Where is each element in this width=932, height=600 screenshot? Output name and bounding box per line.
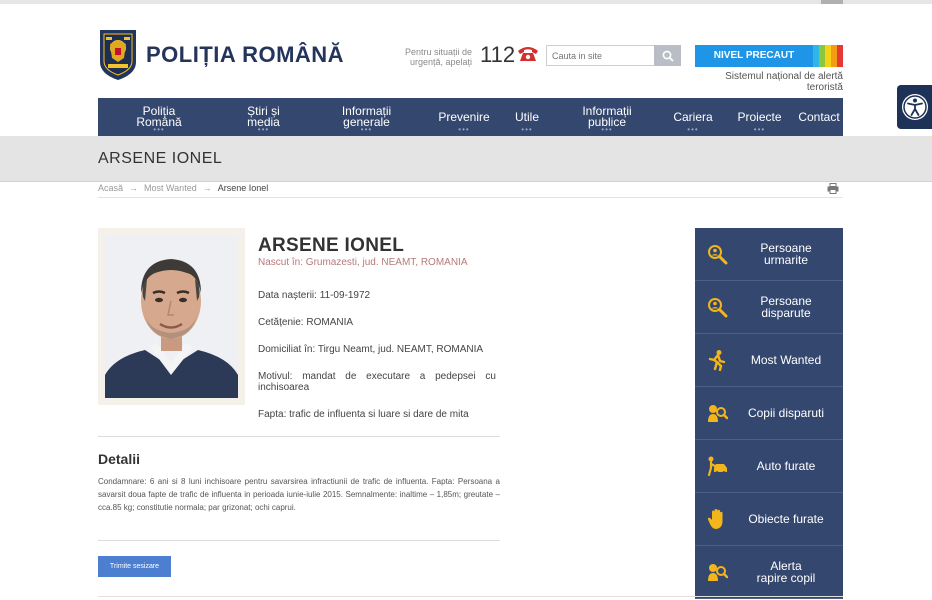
sidebar-item-label: Alerta rapire copil xyxy=(756,559,816,585)
section-divider xyxy=(98,540,500,541)
person-name: ARSENE IONEL xyxy=(258,235,405,256)
brand-title[interactable]: POLIȚIA ROMÂNĂ xyxy=(146,42,344,68)
nav-dots: ••• xyxy=(458,125,470,134)
breadcrumb-arrow-icon: → xyxy=(129,183,139,193)
search-button[interactable] xyxy=(654,45,681,66)
print-icon[interactable] xyxy=(827,183,839,194)
nav-label: Contact xyxy=(798,109,840,124)
sidebar-item-label: Obiecte furate xyxy=(748,512,824,526)
top-scroll-nub[interactable] xyxy=(821,0,843,4)
section-divider xyxy=(98,436,500,437)
police-crest-logo[interactable] xyxy=(98,28,138,81)
person-offense: Fapta: trafic de influenta si luare si d… xyxy=(258,409,469,420)
details-text: Condamnare: 6 ani si 8 luni inchisoare p… xyxy=(98,477,500,512)
nav-item-stiri-media[interactable]: Știri și media ••• xyxy=(220,98,307,136)
sidebar-item-auto-furate[interactable]: Auto furate xyxy=(695,440,843,493)
accessibility-button[interactable] xyxy=(897,85,932,129)
search-person-icon xyxy=(708,298,728,318)
terror-alert-level-button[interactable]: NIVEL PRECAUT xyxy=(695,45,813,67)
nav-item-cariera[interactable]: Cariera ••• xyxy=(662,98,724,136)
nav-item-informatii-publice[interactable]: Informații publice ••• xyxy=(552,98,662,136)
sidebar-item-most-wanted[interactable]: Most Wanted xyxy=(695,334,843,387)
breadcrumb-section[interactable]: Most Wanted xyxy=(144,183,197,193)
sidebar-item-label: Copii disparuti xyxy=(747,406,825,420)
search-person-icon xyxy=(708,245,728,265)
breadcrumb-home[interactable]: Acasă xyxy=(98,183,123,193)
details-heading: Detalii xyxy=(98,451,141,467)
sidebar-item-obiecte-furate[interactable]: Obiecte furate xyxy=(695,493,843,546)
child-search-icon xyxy=(708,405,728,422)
nav-item-contact[interactable]: Contact xyxy=(795,98,843,136)
main-navigation: Poliția Română ••• Știri și media ••• Info… xyxy=(98,98,843,136)
nav-dots: ••• xyxy=(753,125,766,134)
nav-item-politia-romana[interactable]: Poliția Română ••• xyxy=(98,98,220,136)
accessibility-icon xyxy=(901,94,928,120)
page-title-band: ARSENE IONEL xyxy=(0,136,932,182)
person-warrant-reason: Motivul: mandat de executare a pedepsei … xyxy=(258,371,496,393)
nav-dots: ••• xyxy=(257,125,270,134)
person-residence: Domiciliat în: Tirgu Neamt, jud. NEAMT, … xyxy=(258,344,484,355)
wanted-person-photo[interactable] xyxy=(105,235,238,398)
search-icon xyxy=(662,50,674,62)
emergency-text: Pentru situații de urgență, apelați xyxy=(404,47,472,67)
send-report-button[interactable]: Trimite sesizare xyxy=(98,556,171,577)
alert-system-subtitle[interactable]: Sistemul național de alertă teroristă xyxy=(695,71,843,93)
nav-dots: ••• xyxy=(521,125,533,134)
top-scroll-strip xyxy=(0,0,932,4)
person-birth-date: Data nașterii: 11-09-1972 xyxy=(258,290,371,301)
nav-dots: ••• xyxy=(687,125,699,134)
sidebar-item-persoane-urmarite[interactable]: Persoane urmarite xyxy=(695,228,843,281)
sidebar-item-copii-disparuti[interactable]: Copii disparuti xyxy=(695,387,843,440)
nav-label: Proiecte xyxy=(737,109,782,124)
footer-divider xyxy=(98,596,843,597)
emergency-number: 112 xyxy=(480,42,516,67)
sidebar-item-persoane-disparute[interactable]: Persoane disparute xyxy=(695,281,843,334)
alert-color-segment xyxy=(837,45,843,67)
nav-item-informatii-generale[interactable]: Informații generale ••• xyxy=(307,98,426,136)
breadcrumb-arrow-icon: → xyxy=(202,183,212,193)
nav-dots: ••• xyxy=(601,125,613,134)
nav-item-proiecte[interactable]: Proiecte ••• xyxy=(724,98,795,136)
nav-dots: ••• xyxy=(153,125,165,134)
hand-icon xyxy=(707,509,723,529)
nav-item-prevenire[interactable]: Prevenire ••• xyxy=(426,98,502,136)
sidebar-item-alerta-rapire-copil[interactable]: Alerta rapire copil xyxy=(695,546,843,599)
portrait-illustration xyxy=(105,235,238,398)
person-birthplace: Nascut în: Grumazesti, jud. NEAMT, ROMAN… xyxy=(258,257,468,268)
child-alert-icon xyxy=(708,564,728,581)
nav-label: Utile xyxy=(514,109,539,124)
phone-icon xyxy=(518,47,538,61)
sidebar-item-label: Persoane disparute xyxy=(760,294,812,320)
page-title: ARSENE IONEL xyxy=(98,150,223,167)
search-input[interactable] xyxy=(546,45,654,66)
person-citizenship: Cetățenie: ROMANIA xyxy=(258,317,354,328)
breadcrumb-current: Arsene Ionel xyxy=(217,183,269,193)
nav-item-utile[interactable]: Utile ••• xyxy=(502,98,552,136)
breadcrumb-divider xyxy=(98,197,843,198)
sidebar-item-label: Persoane urmarite xyxy=(760,241,812,267)
sidebar-item-label: Most Wanted xyxy=(750,353,822,367)
nav-label: Prevenire xyxy=(438,109,490,124)
sidebar-item-label: Auto furate xyxy=(756,459,816,473)
nav-label: Cariera xyxy=(673,109,713,124)
breadcrumb: Acasă → Most Wanted → Arsene Ionel xyxy=(98,183,268,193)
running-man-icon xyxy=(708,350,726,371)
nav-dots: ••• xyxy=(360,125,373,134)
alert-level-color-scale xyxy=(813,45,843,67)
sidebar-menu: Persoane urmarite Persoane disparute Mos… xyxy=(695,228,843,599)
wanted-person-photo-frame xyxy=(98,228,245,405)
car-thief-icon xyxy=(707,456,727,477)
